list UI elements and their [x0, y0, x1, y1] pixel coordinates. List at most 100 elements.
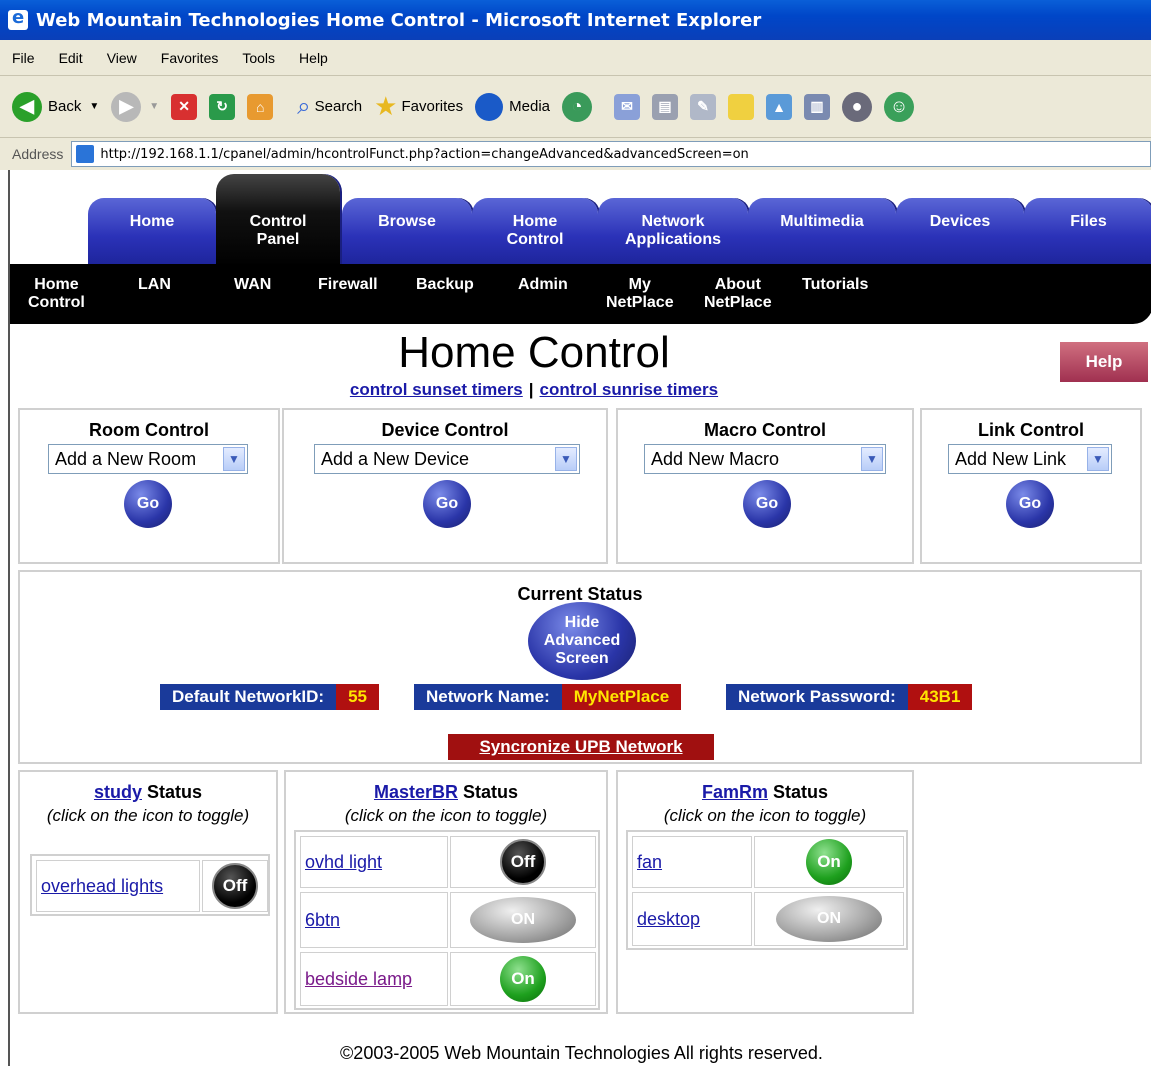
sub-navigation: Home Control LAN WAN Firewall Backup Admi… — [10, 264, 1151, 324]
tab-home[interactable]: Home — [88, 198, 216, 268]
tool-button-2[interactable]: ▥ — [804, 93, 831, 120]
room-go-button[interactable]: Go — [124, 480, 172, 528]
device-toggle-cell: Off — [202, 860, 268, 912]
menu-file[interactable]: File — [12, 50, 35, 66]
link-go-button[interactable]: Go — [1006, 480, 1054, 528]
menu-help[interactable]: Help — [299, 50, 328, 66]
mail-button[interactable]: ✉ — [614, 93, 641, 120]
address-input[interactable]: http://192.168.1.1/cpanel/admin/hcontrol… — [71, 141, 1151, 167]
on-toggle-icon[interactable]: On — [806, 839, 852, 885]
tab-home-control[interactable]: Home Control — [472, 198, 598, 268]
menu-edit[interactable]: Edit — [59, 50, 83, 66]
forward-arrow-icon: ▶ — [111, 91, 142, 122]
subnav-backup[interactable]: Backup — [416, 276, 474, 294]
forward-button[interactable]: ▶ ▼ — [111, 91, 159, 122]
subnav-wan[interactable]: WAN — [234, 276, 271, 294]
off-toggle-icon[interactable]: Off — [500, 839, 546, 885]
menu-view[interactable]: View — [107, 50, 137, 66]
subnav-firewall[interactable]: Firewall — [318, 276, 378, 294]
room-link-study[interactable]: study — [94, 782, 142, 802]
link-separator: | — [528, 380, 534, 399]
device-name-cell: ovhd light — [300, 836, 448, 888]
copyright-footer: ©2003-2005 Web Mountain Technologies All… — [340, 1043, 823, 1063]
device-table: ovhd light Off 6btn ON bedside lamp On — [294, 830, 600, 1010]
subnav-my-netplace[interactable]: My NetPlace — [606, 276, 674, 312]
menu-tools[interactable]: Tools — [242, 50, 275, 66]
sunset-timers-link[interactable]: control sunset timers — [350, 380, 523, 399]
device-toggle-cell: Off — [450, 836, 596, 888]
subnav-admin[interactable]: Admin — [518, 276, 568, 294]
stop-button[interactable]: ✕ — [171, 93, 198, 120]
device-link-6btn[interactable]: 6btn — [301, 910, 340, 931]
tab-control-panel[interactable]: Control Panel — [216, 174, 340, 268]
device-name-cell: fan — [632, 836, 752, 888]
edit-icon: ✎ — [690, 93, 717, 120]
media-button[interactable]: Media — [475, 92, 550, 121]
mail-icon: ✉ — [614, 93, 641, 120]
search-button[interactable]: ⌕ Search — [297, 93, 362, 121]
sunrise-timers-link[interactable]: control sunrise timers — [540, 380, 719, 399]
home-button[interactable]: ⌂ — [247, 93, 274, 120]
chevron-down-icon: ▼ — [89, 101, 100, 112]
star-icon: ★ — [374, 91, 398, 121]
subnav-about-netplace[interactable]: About NetPlace — [704, 276, 772, 312]
edit-button[interactable]: ✎ — [690, 93, 717, 120]
subnav-lan[interactable]: LAN — [138, 276, 171, 294]
sync-upb-network-button[interactable]: Syncronize UPB Network — [448, 734, 714, 760]
tool-button-1[interactable]: ▲ — [766, 93, 793, 120]
hide-advanced-button[interactable]: Hide Advanced Screen — [528, 602, 636, 680]
refresh-button[interactable]: ↻ — [209, 93, 236, 120]
search-icon: ⌕ — [297, 92, 311, 120]
contacts-button[interactable]: ☺ — [884, 91, 915, 122]
device-name-cell: overhead lights — [36, 860, 200, 912]
favorites-button[interactable]: ★ Favorites — [374, 91, 463, 122]
device-control-title: Device Control — [381, 420, 509, 440]
link-select[interactable]: Add New Link ▼ — [948, 444, 1112, 474]
on-toggle-icon[interactable]: On — [500, 956, 546, 1002]
subnav-home-control[interactable]: Home Control — [28, 276, 85, 312]
title-bar: Web Mountain Technologies Home Control -… — [0, 0, 1151, 40]
on-status-icon[interactable]: ON — [470, 897, 576, 943]
history-button[interactable]: ◔ — [562, 91, 593, 122]
toggle-hint: (click on the icon to toggle) — [344, 806, 548, 825]
tab-network-applications[interactable]: Network Applications — [598, 198, 748, 268]
back-button[interactable]: ◀ Back ▼ — [12, 91, 100, 122]
home-icon: ⌂ — [247, 93, 274, 120]
toggle-hint: (click on the icon to toggle) — [663, 806, 867, 825]
menu-favorites[interactable]: Favorites — [161, 50, 219, 66]
link-select-value: Add New Link — [955, 448, 1067, 469]
device-go-button[interactable]: Go — [423, 480, 471, 528]
address-bar: Address http://192.168.1.1/cpanel/admin/… — [0, 138, 1151, 170]
notes-button[interactable] — [728, 93, 755, 120]
room-select[interactable]: Add a New Room ▼ — [48, 444, 248, 474]
on-status-icon[interactable]: ON — [776, 896, 882, 942]
device-link-bedside-lamp[interactable]: bedside lamp — [301, 969, 412, 990]
messenger-button[interactable]: ● — [842, 91, 873, 122]
room-control-panel: Room Control Add a New Room ▼ Go — [18, 408, 280, 564]
chat-icon: ● — [842, 91, 873, 122]
device-select[interactable]: Add a New Device ▼ — [314, 444, 580, 474]
room-control-title: Room Control — [89, 420, 209, 440]
room-link-famrm[interactable]: FamRm — [702, 782, 768, 802]
tab-multimedia[interactable]: Multimedia — [748, 198, 896, 268]
help-button[interactable]: Help — [1060, 342, 1148, 382]
subnav-tutorials[interactable]: Tutorials — [802, 276, 868, 294]
macro-go-button[interactable]: Go — [743, 480, 791, 528]
room-link-masterbr[interactable]: MasterBR — [374, 782, 458, 802]
network-id-label: Default NetworkID: — [160, 684, 337, 710]
device-name-cell: bedside lamp — [300, 952, 448, 1006]
browser-toolbar: ◀ Back ▼ ▶ ▼ ✕ ↻ ⌂ ⌕ Search ★ Favorites … — [0, 76, 1151, 138]
room-status-panel: MasterBR Status (click on the icon to to… — [284, 770, 608, 1014]
tab-files[interactable]: Files — [1024, 198, 1151, 268]
tab-browse[interactable]: Browse — [342, 198, 472, 268]
tab-devices[interactable]: Devices — [896, 198, 1024, 268]
device-link-desktop[interactable]: desktop — [633, 909, 700, 930]
device-link-ovhd-light[interactable]: ovhd light — [301, 852, 382, 873]
off-toggle-icon[interactable]: Off — [212, 863, 258, 909]
page-icon — [76, 145, 95, 163]
device-link-fan[interactable]: fan — [633, 852, 662, 873]
macro-select[interactable]: Add New Macro ▼ — [644, 444, 886, 474]
print-button[interactable]: ▤ — [652, 93, 679, 120]
device-link-overhead-lights[interactable]: overhead lights — [37, 876, 163, 897]
chevron-down-icon: ▼ — [555, 447, 577, 471]
